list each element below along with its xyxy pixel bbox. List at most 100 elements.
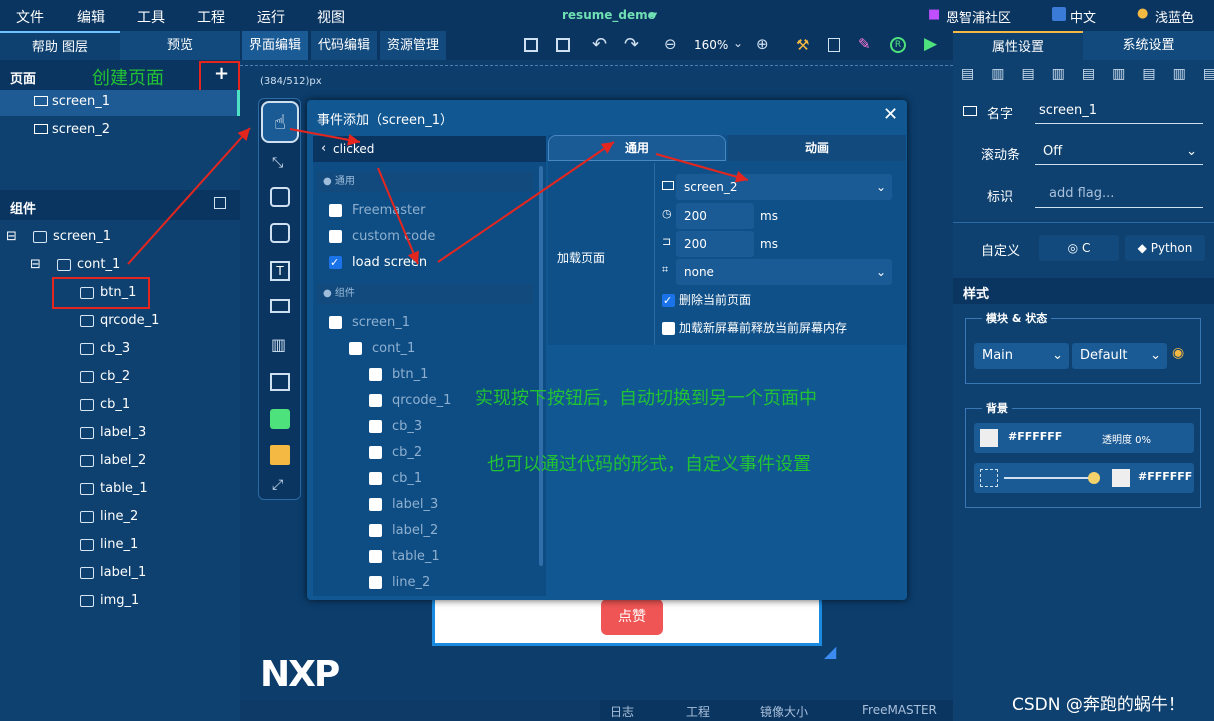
close-icon[interactable]: ✕ bbox=[883, 104, 898, 125]
animation-select[interactable]: none ⌄ bbox=[676, 259, 892, 285]
page-item-screen-1[interactable]: screen_1 bbox=[0, 90, 240, 116]
collapse-toggle-icon[interactable]: ⊟ bbox=[6, 229, 21, 244]
menu-file[interactable]: 文件 bbox=[16, 7, 44, 27]
align-toolbar[interactable]: ▤▥▤▥▤▥▤▥▤▥ bbox=[961, 66, 1214, 84]
tree-item[interactable]: line_2 bbox=[80, 506, 138, 528]
tree-item[interactable]: table_1 bbox=[80, 478, 148, 500]
community-link[interactable]: 恩智浦社区 bbox=[946, 7, 1011, 26]
tree-item[interactable]: ⊟ cont_1 bbox=[30, 254, 120, 276]
undo-icon[interactable]: ↶ bbox=[592, 34, 607, 55]
delete-current-checkbox[interactable]: 删除当前页面 bbox=[662, 289, 751, 312]
menu-view[interactable]: 视图 bbox=[317, 7, 345, 27]
status-image-size[interactable]: 镜像大小 bbox=[760, 703, 808, 720]
component-checkbox[interactable]: cont_1 bbox=[349, 338, 415, 360]
code-icon[interactable] bbox=[828, 38, 840, 52]
status-freemaster[interactable]: FreeMASTER bbox=[862, 703, 937, 717]
tree-item[interactable]: qrcode_1 bbox=[80, 310, 159, 332]
tab-animation[interactable]: 动画 bbox=[728, 135, 906, 161]
eye-icon[interactable]: ◉ bbox=[1172, 345, 1184, 361]
slider-thumb[interactable] bbox=[1088, 472, 1100, 484]
collapse-icon[interactable]: ⤡ bbox=[272, 155, 283, 171]
label-widget-icon[interactable]: T bbox=[270, 261, 290, 281]
tree-item[interactable]: label_2 bbox=[80, 450, 146, 472]
component-checkbox[interactable]: cb_3 bbox=[369, 416, 422, 438]
tree-item[interactable]: label_3 bbox=[80, 422, 146, 444]
gradient-slider[interactable] bbox=[1004, 477, 1094, 479]
external-link-icon[interactable] bbox=[214, 197, 226, 209]
general-action-checkbox[interactable]: Freemaster bbox=[329, 200, 425, 222]
chart-widget-icon[interactable]: ▥ bbox=[271, 335, 286, 354]
menu-edit[interactable]: 编辑 bbox=[77, 7, 105, 27]
component-checkbox[interactable]: btn_1 bbox=[369, 364, 428, 386]
duration-input[interactable]: 200 bbox=[676, 231, 754, 257]
zoom-out-icon[interactable]: ⊖ bbox=[664, 35, 677, 53]
tab-help-layers[interactable]: 帮助 图层 bbox=[0, 31, 120, 60]
state-select[interactable]: Default ⌄ bbox=[1072, 343, 1167, 369]
bring-front-icon[interactable] bbox=[524, 38, 538, 52]
play-icon[interactable]: ▶ bbox=[924, 34, 937, 54]
component-checkbox[interactable]: line_2 bbox=[369, 572, 430, 594]
python-button[interactable]: ◆ Python bbox=[1125, 235, 1205, 261]
flag-input[interactable]: add flag... bbox=[1035, 180, 1203, 208]
tab-ui-editor[interactable]: 界面编辑 bbox=[242, 31, 308, 60]
tab-system-settings[interactable]: 系统设置 bbox=[1083, 31, 1214, 60]
bg-color-field[interactable]: #FFFFFF 透明度 0% bbox=[974, 423, 1194, 453]
qrcode-widget-icon[interactable] bbox=[270, 445, 290, 465]
tab-properties[interactable]: 属性设置 bbox=[953, 31, 1083, 60]
send-back-icon[interactable] bbox=[556, 38, 570, 52]
tree-item[interactable]: cb_2 bbox=[80, 366, 130, 388]
tree-item[interactable]: label_1 bbox=[80, 562, 146, 584]
zoom-level[interactable]: 160% bbox=[694, 38, 728, 52]
chevron-down-icon[interactable]: ⌄ bbox=[733, 36, 743, 50]
menu-run[interactable]: 运行 bbox=[257, 7, 285, 27]
component-checkbox[interactable]: cb_1 bbox=[369, 468, 422, 490]
wrench-icon[interactable]: ✎ bbox=[858, 35, 871, 53]
menu-tools[interactable]: 工具 bbox=[137, 7, 165, 27]
resize-icon[interactable]: ◢ bbox=[824, 642, 836, 661]
general-action-checkbox[interactable]: load screen bbox=[329, 252, 427, 274]
component-checkbox[interactable]: qrcode_1 bbox=[369, 390, 451, 412]
tab-resource-manager[interactable]: 资源管理 bbox=[380, 31, 446, 60]
component-checkbox[interactable]: table_1 bbox=[369, 546, 440, 568]
button-widget-icon[interactable] bbox=[270, 187, 290, 207]
component-checkbox[interactable]: label_3 bbox=[369, 494, 438, 516]
component-checkbox[interactable]: cb_2 bbox=[369, 442, 422, 464]
zoom-in-icon[interactable]: ⊕ bbox=[756, 35, 769, 53]
tab-general[interactable]: 通用 bbox=[548, 135, 726, 161]
tree-item[interactable]: line_1 bbox=[80, 534, 138, 556]
c-button[interactable]: ◎ C bbox=[1039, 235, 1119, 261]
gradient-field[interactable]: #FFFFFF bbox=[974, 463, 1194, 493]
event-header[interactable]: ‹ clicked bbox=[313, 136, 546, 162]
component-checkbox[interactable]: screen_1 bbox=[329, 312, 410, 334]
tree-item[interactable]: img_1 bbox=[80, 590, 139, 612]
part-select[interactable]: Main ⌄ bbox=[974, 343, 1069, 369]
target-screen-select[interactable]: screen_2 ⌄ bbox=[676, 174, 892, 200]
menu-project[interactable]: 工程 bbox=[197, 7, 225, 27]
scroll-select[interactable]: Off ⌄ bbox=[1035, 139, 1203, 165]
event-icon[interactable]: ☝ bbox=[261, 101, 299, 143]
imgbtn-widget-icon[interactable] bbox=[270, 223, 290, 243]
clean-icon[interactable]: ⚒ bbox=[796, 36, 809, 54]
tab-code-editor[interactable]: 代码编辑 bbox=[311, 31, 377, 60]
input-widget-icon[interactable] bbox=[270, 299, 290, 313]
tree-item[interactable]: cb_3 bbox=[80, 338, 130, 360]
redo-icon[interactable]: ↷ bbox=[624, 34, 639, 55]
release-memory-checkbox[interactable]: 加载新屏幕前释放当前屏幕内存 bbox=[662, 317, 847, 339]
expand-icon[interactable]: ⤢ bbox=[272, 477, 283, 493]
image-widget-icon[interactable] bbox=[270, 373, 290, 391]
collapse-toggle-icon[interactable]: ⊟ bbox=[30, 257, 45, 272]
component-checkbox[interactable]: label_2 bbox=[369, 520, 438, 542]
general-action-checkbox[interactable]: custom code bbox=[329, 226, 435, 248]
name-input[interactable]: screen_1 bbox=[1035, 98, 1203, 124]
like-button-preview[interactable]: 点赞 bbox=[601, 599, 663, 635]
status-project[interactable]: 工程 bbox=[686, 703, 710, 720]
tree-item[interactable]: ⊟ screen_1 bbox=[6, 226, 111, 248]
line-widget-icon[interactable] bbox=[270, 409, 290, 429]
scrollbar[interactable] bbox=[539, 166, 543, 566]
run-r-icon[interactable]: R bbox=[890, 37, 906, 53]
status-log[interactable]: 日志 bbox=[610, 703, 634, 720]
delay-input[interactable]: 200 bbox=[676, 203, 754, 229]
tree-item[interactable]: cb_1 bbox=[80, 394, 130, 416]
theme-button[interactable]: 浅蓝色 bbox=[1155, 7, 1194, 26]
page-item-screen-2[interactable]: screen_2 bbox=[0, 118, 240, 144]
